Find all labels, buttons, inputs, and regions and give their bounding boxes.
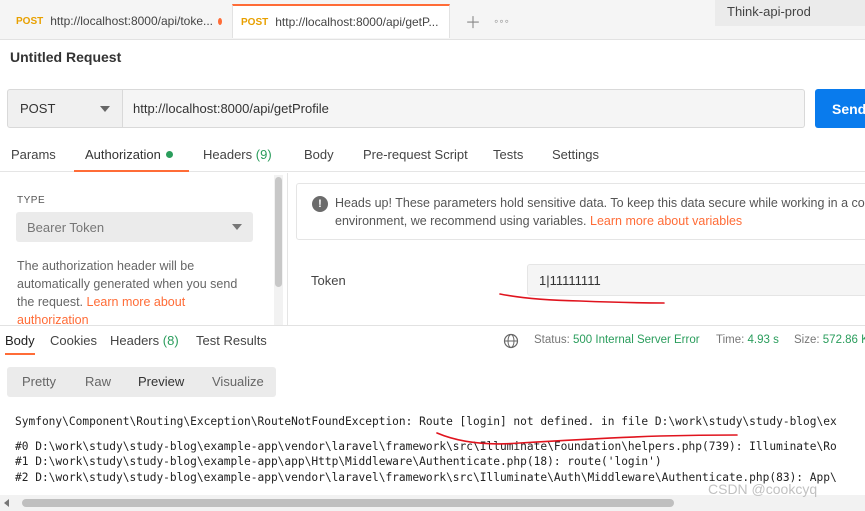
response-body: Symfony\Component\Routing\Exception\Rout… (15, 414, 865, 485)
pane-divider[interactable] (287, 173, 288, 325)
response-line: #0 D:\work\study\study-blog\example-app\… (15, 439, 837, 453)
response-line: #1 D:\work\study\study-blog\example-app\… (15, 455, 662, 469)
notice-text: Heads up! These parameters hold sensitiv… (335, 194, 865, 230)
response-horizontal-scrollbar[interactable] (0, 495, 865, 511)
method-value: POST (20, 101, 56, 116)
environment-selector[interactable]: Think-api-prod (715, 0, 865, 26)
tab-label: Settings (552, 147, 599, 162)
response-divider[interactable] (0, 325, 865, 326)
send-button[interactable]: Send (815, 89, 865, 128)
unsaved-dot-icon (218, 17, 222, 25)
tab-authorization[interactable]: Authorization (74, 147, 189, 172)
tab-tests[interactable]: Tests (493, 147, 523, 172)
token-label: Token (311, 273, 346, 288)
info-icon: ! (312, 196, 328, 212)
scroll-left-icon[interactable] (4, 499, 9, 507)
response-format-bar: Pretty Raw Preview Visualize (7, 367, 276, 397)
tab-label: Headers (203, 147, 253, 162)
type-label: TYPE (17, 195, 46, 206)
format-pretty[interactable]: Pretty (22, 374, 56, 389)
auth-type-value: Bearer Token (27, 219, 105, 235)
response-line: Symfony\Component\Routing\Exception\Rout… (15, 415, 837, 428)
request-tabs: Params Authorization Headers (9) Body Pr… (0, 140, 865, 172)
tab-method: POST (241, 16, 269, 28)
auth-type-pane: TYPE Bearer Token The authorization head… (0, 173, 284, 325)
auth-description: The authorization header will be automat… (17, 257, 252, 325)
size-label: Size: (794, 334, 820, 346)
request-title[interactable]: Untitled Request (10, 49, 121, 65)
time-label: Time: (716, 334, 745, 346)
scrollbar-thumb[interactable] (275, 177, 282, 287)
chevron-down-icon (232, 224, 242, 230)
tab-headers[interactable]: Headers (9) (203, 147, 272, 172)
response-headers-count: (8) (162, 333, 179, 348)
response-tab-cookies[interactable]: Cookies (50, 333, 97, 355)
watermark: CSDN @cookcyq (708, 481, 818, 497)
url-input[interactable]: http://localhost:8000/api/getProfile (123, 89, 805, 128)
tab-body[interactable]: Body (304, 147, 334, 172)
headers-count: (9) (255, 147, 272, 162)
method-select[interactable]: POST (7, 89, 123, 128)
tab-label: Authorization (85, 147, 161, 162)
tab-label: Headers (110, 333, 160, 348)
format-raw[interactable]: Raw (85, 374, 111, 389)
active-dot-icon (165, 151, 173, 159)
tab-method: POST (16, 15, 44, 27)
tab-label: Pre-request Script (363, 147, 468, 162)
scrollbar-thumb[interactable] (22, 499, 674, 507)
size-value[interactable]: 572.86 K (823, 334, 865, 346)
learn-more-variables-link[interactable]: Learn more about variables (590, 214, 742, 228)
format-preview[interactable]: Preview (138, 374, 184, 389)
sensitive-data-notice: ! Heads up! These parameters hold sensit… (296, 183, 865, 240)
request-tab-2[interactable]: POST http://localhost:8000/api/getP... (232, 4, 450, 38)
status-label: Status: (534, 334, 570, 346)
token-input[interactable]: 1|11111111 (527, 264, 865, 296)
tab-label: Tests (493, 147, 524, 162)
tab-bar: POST http://localhost:8000/api/toke... P… (0, 0, 865, 40)
url-value: http://localhost:8000/api/getProfile (133, 101, 329, 116)
size-readout: Size: 572.86 K (794, 334, 865, 346)
more-tabs-icon[interactable]: ◦◦◦ (490, 10, 514, 32)
status-value[interactable]: 500 Internal Server Error (573, 334, 700, 346)
tab-label: Body (304, 147, 334, 162)
response-tab-headers[interactable]: Headers (8) (110, 333, 179, 355)
status-readout: Status: 500 Internal Server Error (534, 334, 700, 346)
format-visualize[interactable]: Visualize (212, 374, 264, 389)
chevron-down-icon (100, 105, 110, 112)
auth-pane-scrollbar[interactable] (274, 175, 283, 325)
tab-url: http://localhost:8000/api/getP... (275, 15, 439, 29)
globe-icon[interactable] (503, 333, 519, 349)
tab-prerequest-script[interactable]: Pre-request Script (363, 147, 468, 172)
time-readout: Time: 4.93 s (716, 334, 779, 346)
tab-url: http://localhost:8000/api/toke... (50, 14, 214, 28)
request-tab-1[interactable]: POST http://localhost:8000/api/toke... (8, 4, 230, 38)
response-tab-test-results[interactable]: Test Results (196, 333, 267, 355)
token-value: 1|11111111 (539, 272, 601, 288)
response-tab-body[interactable]: Body (5, 333, 35, 355)
new-tab-plus-icon[interactable]: ＋ (461, 10, 485, 32)
auth-type-select[interactable]: Bearer Token (16, 212, 253, 242)
tab-label: Params (11, 147, 56, 162)
time-value[interactable]: 4.93 s (748, 334, 779, 346)
tab-params[interactable]: Params (11, 147, 56, 172)
tab-settings[interactable]: Settings (552, 147, 599, 172)
